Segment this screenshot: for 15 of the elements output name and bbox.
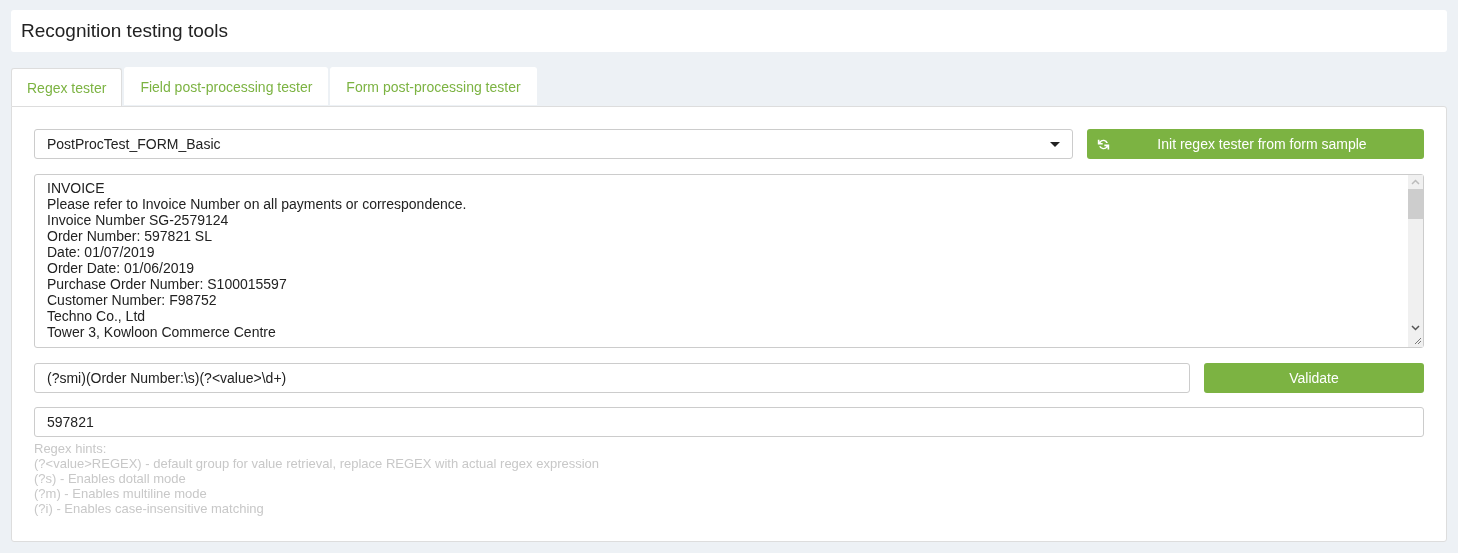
scrollbar-thumb[interactable] [1408, 189, 1423, 219]
init-button[interactable]: Init regex tester from form sample [1087, 129, 1424, 159]
sample-text-area[interactable]: INVOICE Please refer to Invoice Number on all payments or correspondence. Invoice Number SG-2579124 Order Number: 597821 SL Date: 01/07/2019 Order Date: 01/06/2019 Purchase Order Number: S100015597 Customer Number: F98752 Techno Co., Ltd Tower 3, Kowloon Commerce Centre [34, 174, 1424, 348]
form-select[interactable]: PostProcTest_FORM_Basic [34, 129, 1073, 159]
page-title: Recognition testing tools [21, 20, 228, 42]
tab[interactable]: Form post-processing tester [330, 67, 537, 105]
resize-grip-icon [1413, 337, 1422, 345]
tab[interactable]: Field post-processing tester [124, 67, 329, 105]
caret-icon [1050, 141, 1060, 147]
refresh-icon [1097, 137, 1110, 151]
result-field[interactable]: 597821 [34, 407, 1424, 437]
scrollbar[interactable] [1408, 175, 1423, 347]
validate-button[interactable]: Validate [1204, 363, 1424, 393]
regex-field[interactable]: (?smi)(Order Number:\s)(?<value>\d+) [34, 363, 1190, 393]
tab[interactable]: Regex tester [11, 68, 123, 106]
